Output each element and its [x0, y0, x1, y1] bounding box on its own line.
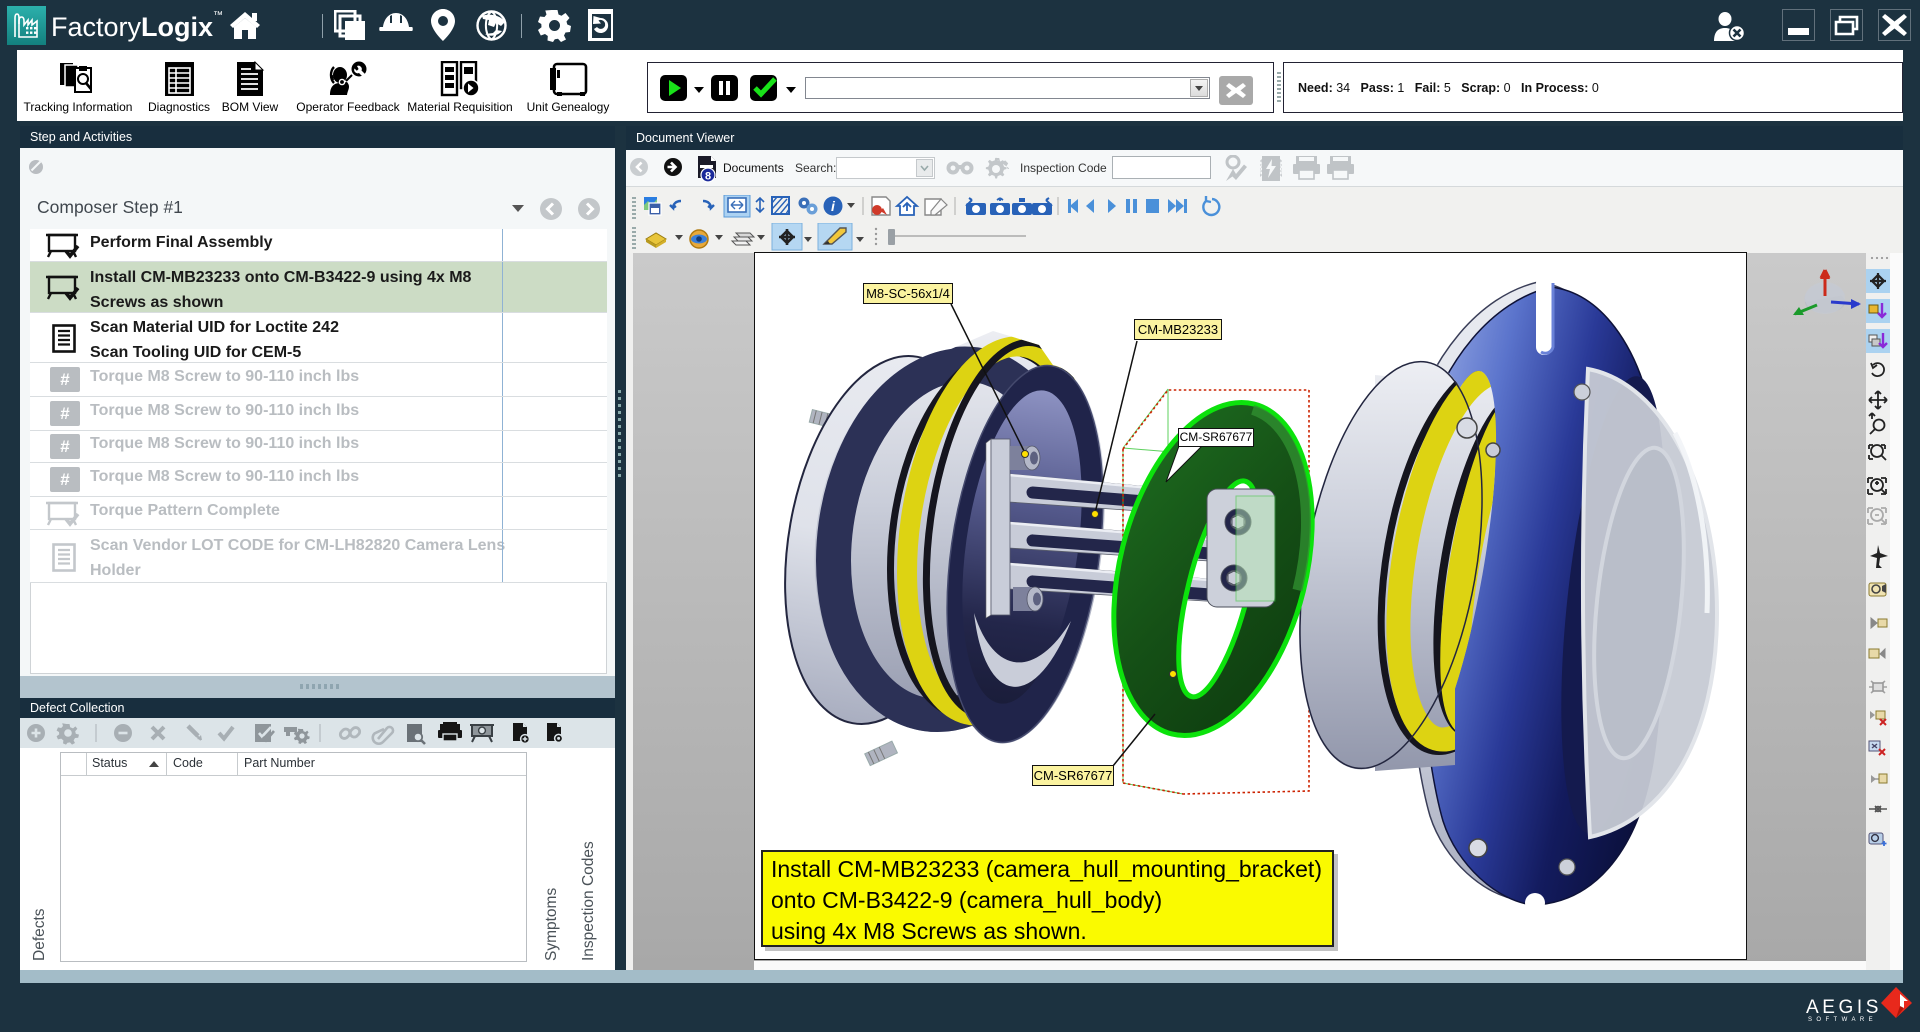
svg-text:8: 8: [705, 171, 711, 183]
